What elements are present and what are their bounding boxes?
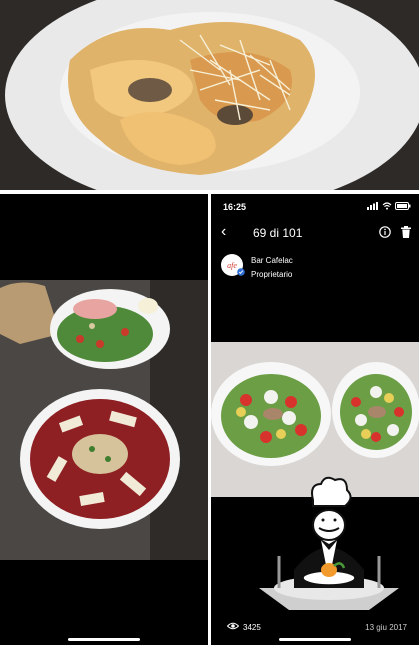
logo-text: afe: [227, 261, 237, 270]
photo-pasta-dish[interactable]: [0, 0, 419, 190]
photo-footer: 3425 13 giu 2017: [211, 620, 419, 640]
status-icons: [367, 202, 411, 210]
plates-image: [0, 194, 208, 645]
wifi-icon: [382, 202, 392, 210]
verified-badge-icon: [237, 268, 245, 276]
poster-name[interactable]: Bar Cafelac: [251, 256, 293, 265]
avatar[interactable]: afe: [221, 254, 245, 276]
viewer-nav: ‹ 69 di 101: [211, 222, 419, 246]
info-icon[interactable]: [379, 226, 391, 238]
signal-icon: [367, 202, 378, 210]
back-chevron-icon[interactable]: ‹: [221, 224, 226, 240]
status-time: 16:25: [223, 202, 247, 212]
photo-plates-table[interactable]: [0, 194, 208, 645]
poster-info[interactable]: afe Bar Cafelac Proprietario: [221, 254, 419, 284]
chef-mascot-logo: [259, 476, 399, 610]
status-bar: 16:25: [211, 194, 419, 218]
poster-role: Proprietario: [251, 270, 293, 279]
home-indicator-left: [68, 638, 140, 641]
home-indicator: [279, 638, 351, 641]
pasta-image: [0, 0, 419, 190]
photo-date: 13 giu 2017: [365, 623, 407, 632]
eye-icon: [227, 622, 239, 630]
view-count: 3425: [243, 623, 261, 632]
trash-icon[interactable]: [401, 226, 411, 238]
battery-icon: [395, 202, 411, 210]
photo-counter: 69 di 101: [253, 226, 303, 240]
phone-screenshot: 16:25 ‹ 69 di 101 afe Bar Cafelac Propri…: [211, 194, 419, 645]
